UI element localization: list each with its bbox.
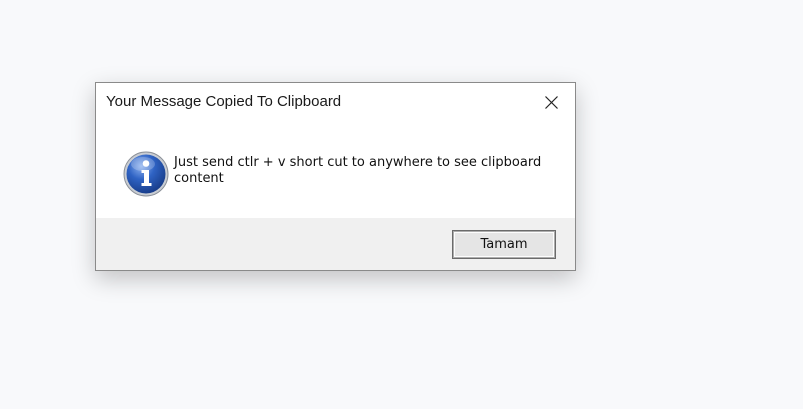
- dialog-title: Your Message Copied To Clipboard: [106, 93, 342, 110]
- close-button[interactable]: [529, 83, 575, 121]
- dialog-titlebar[interactable]: Your Message Copied To Clipboard: [96, 83, 575, 121]
- dialog-footer: Tamam: [96, 218, 575, 270]
- information-icon: [123, 151, 169, 197]
- close-icon: [545, 96, 558, 109]
- message-dialog: Your Message Copied To Clipboard Just se…: [95, 82, 576, 271]
- ok-button[interactable]: Tamam: [452, 230, 556, 259]
- dialog-content: Just send ctlr + v short cut to anywhere…: [96, 121, 575, 218]
- dialog-message: Just send ctlr + v short cut to anywhere…: [174, 155, 542, 186]
